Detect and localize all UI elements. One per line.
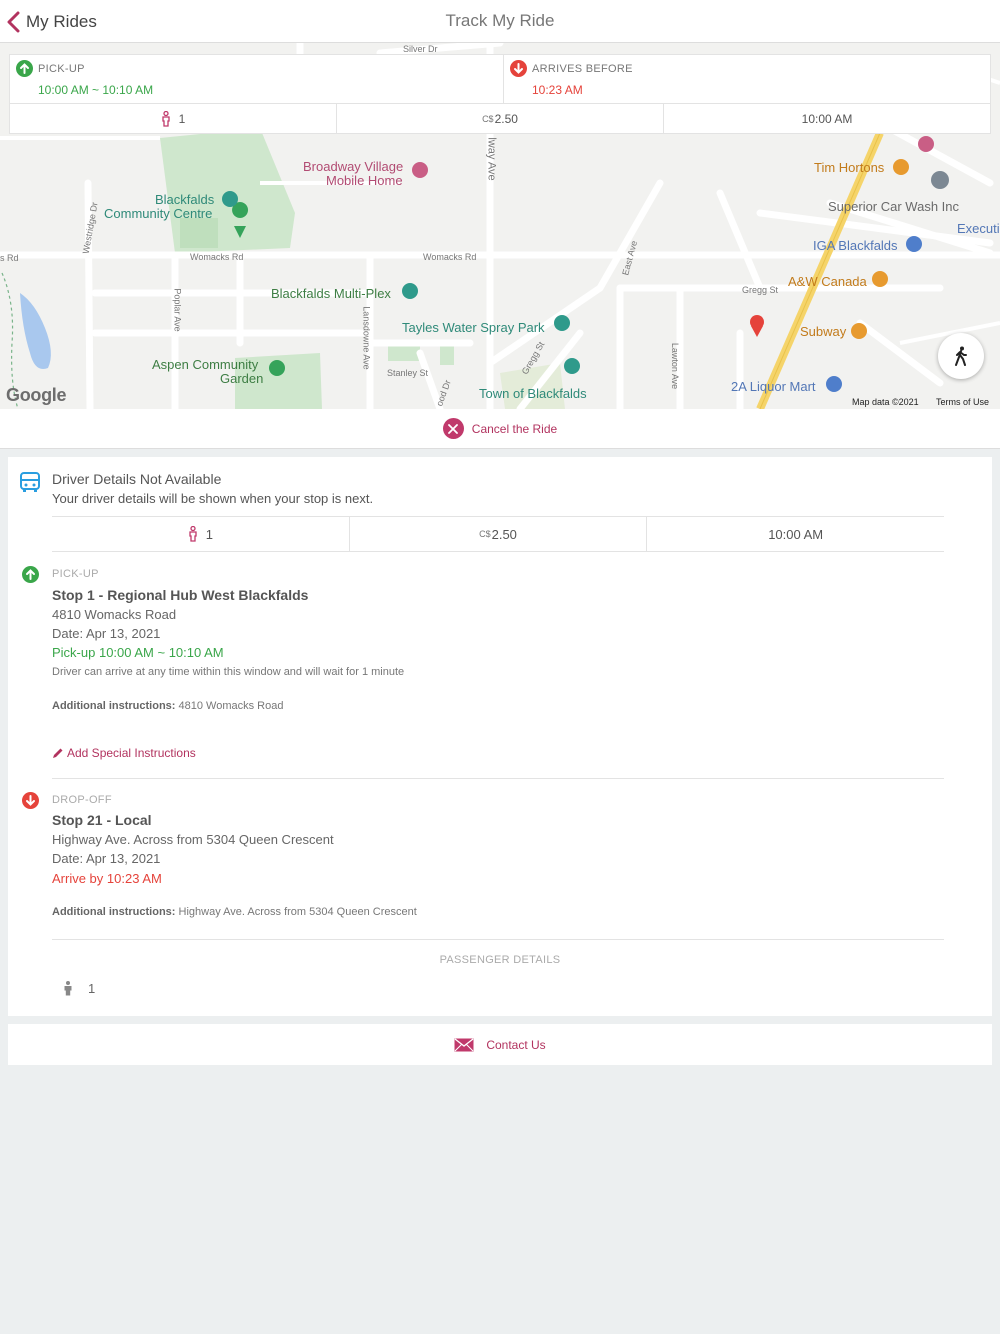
arrow-down-icon bbox=[22, 792, 39, 809]
summary-stats: 1 C$ 2.50 10:00 AM bbox=[10, 103, 990, 134]
pickup-wait-note: Driver can arrive at any time within thi… bbox=[52, 666, 405, 678]
arrow-down-icon bbox=[510, 60, 527, 77]
map-label: Superior Car Wash Inc bbox=[828, 199, 960, 214]
pickup-window: Pick-up 10:00 AM ~ 10:10 AM bbox=[52, 645, 224, 660]
map-label: Tim Hortons bbox=[814, 160, 885, 175]
ride-time: 10:00 AM bbox=[664, 104, 990, 134]
dropoff-label: DROP-OFF bbox=[52, 794, 112, 806]
contact-us-label: Contact Us bbox=[486, 1037, 546, 1052]
pickup-label: PICK-UP bbox=[52, 568, 99, 580]
terms-of-use-link[interactable]: Terms of Use bbox=[936, 397, 989, 407]
pencil-icon bbox=[53, 748, 63, 758]
map-label: Subway bbox=[800, 324, 847, 339]
passenger-icon bbox=[162, 111, 170, 127]
fare-value: 2.50 bbox=[494, 112, 518, 126]
map-label: Womacks Rd bbox=[190, 252, 244, 262]
passenger-count-value: 1 bbox=[178, 112, 186, 126]
driver-title: Driver Details Not Available bbox=[52, 471, 222, 487]
map-label: Blackfalds bbox=[155, 192, 215, 207]
top-bar: My Rides Track My Ride bbox=[0, 0, 1000, 43]
passenger-icon bbox=[189, 526, 197, 542]
fare-value: 2.50 bbox=[491, 526, 517, 542]
map-label: Lawton Ave bbox=[670, 342, 681, 390]
cancel-ride-label: Cancel the Ride bbox=[471, 421, 558, 436]
map-label: Blackfalds Multi-Plex bbox=[271, 286, 391, 301]
passenger-count: 1 bbox=[52, 517, 350, 551]
bus-icon bbox=[20, 472, 40, 492]
envelope-icon bbox=[454, 1037, 474, 1051]
fare: C$ 2.50 bbox=[350, 517, 648, 551]
dropoff-address: Highway Ave. Across from 5304 Queen Cres… bbox=[52, 832, 334, 847]
divider bbox=[52, 778, 944, 779]
instructions-label: Additional instructions: bbox=[52, 906, 176, 918]
ride-summary-card: PICK-UP 10:00 AM ~ 10:10 AM ARRIVES BEFO… bbox=[9, 54, 991, 134]
map-label: Poplar Ave bbox=[172, 288, 183, 332]
pickup-stop-name: Stop 1 - Regional Hub West Blackfalds bbox=[52, 587, 309, 603]
arrives-before-label: ARRIVES BEFORE bbox=[532, 63, 633, 75]
ride-time-value: 10:00 AM bbox=[768, 526, 824, 542]
walking-person-icon bbox=[955, 346, 967, 366]
map-label: Garden bbox=[220, 371, 264, 386]
map-label: s Rd bbox=[0, 253, 19, 263]
divider bbox=[52, 939, 944, 940]
ride-details-card: Driver Details Not Available Your driver… bbox=[8, 457, 992, 1016]
dropoff-arrive-by: Arrive by 10:23 AM bbox=[52, 871, 162, 886]
map-label: Broadway Village bbox=[303, 159, 404, 174]
map-label: 2A Liquor Mart bbox=[731, 379, 816, 394]
map-label: Stanley St bbox=[387, 368, 429, 378]
map-data-attribution: Map data ©2021 bbox=[852, 397, 919, 407]
map-label: IGA Blackfalds bbox=[813, 238, 898, 253]
currency-code: C$ bbox=[479, 529, 491, 539]
pickup-instructions: Additional instructions: 4810 Womacks Ro… bbox=[52, 700, 283, 712]
pickup-window: 10:00 AM ~ 10:10 AM bbox=[38, 83, 154, 97]
pickup-label: PICK-UP bbox=[38, 63, 85, 75]
arrow-up-icon bbox=[22, 566, 39, 583]
map-label: Aspen Community bbox=[152, 357, 259, 372]
pickup-date: Date: Apr 13, 2021 bbox=[52, 626, 161, 641]
map-label: Mobile Home bbox=[326, 173, 403, 188]
passenger-count-value: 1 bbox=[205, 526, 213, 542]
page-title: Track My Ride bbox=[445, 11, 555, 30]
cancel-ride-button[interactable]: Cancel the Ride bbox=[0, 409, 1000, 449]
map-label: Lansdowne Ave bbox=[361, 306, 372, 370]
map-label: Tayles Water Spray Park bbox=[402, 320, 545, 335]
pickup-address: 4810 Womacks Road bbox=[52, 607, 177, 622]
dropoff-stop-name: Stop 21 - Local bbox=[52, 812, 152, 828]
pickup-summary: PICK-UP 10:00 AM ~ 10:10 AM bbox=[10, 55, 504, 103]
ride-time-value: 10:00 AM bbox=[801, 112, 853, 126]
contact-us-button[interactable]: Contact Us bbox=[8, 1024, 992, 1065]
currency-code: C$ bbox=[482, 114, 494, 124]
map-label: Town of Blackfalds bbox=[479, 386, 587, 401]
map-label: Community Centre bbox=[104, 206, 213, 221]
ride-stats: 1 C$ 2.50 10:00 AM bbox=[52, 516, 944, 552]
passenger-details-row: 1 bbox=[63, 981, 95, 996]
ride-time: 10:00 AM bbox=[647, 517, 944, 551]
google-logo: Google bbox=[6, 385, 67, 405]
instructions-value: Highway Ave. Across from 5304 Queen Cres… bbox=[178, 906, 417, 918]
add-special-instructions-label: Add Special Instructions bbox=[67, 746, 196, 760]
add-special-instructions-link[interactable]: Add Special Instructions bbox=[52, 746, 196, 760]
fare: C$ 2.50 bbox=[337, 104, 664, 134]
driver-subtitle: Your driver details will be shown when y… bbox=[52, 491, 374, 506]
map-label: Silver Dr bbox=[403, 44, 438, 54]
passenger-details-label: PASSENGER DETAILS bbox=[439, 954, 561, 966]
instructions-value: 4810 Womacks Road bbox=[178, 700, 284, 712]
map-label: Gregg St bbox=[742, 285, 779, 295]
person-icon bbox=[64, 981, 72, 996]
map-label: Womacks Rd bbox=[423, 252, 477, 262]
dropoff-date: Date: Apr 13, 2021 bbox=[52, 851, 161, 866]
close-icon bbox=[442, 418, 464, 439]
arrow-up-icon bbox=[16, 60, 33, 77]
passenger-count: 1 bbox=[10, 104, 337, 134]
instructions-label: Additional instructions: bbox=[52, 700, 176, 712]
map-label: A&W Canada bbox=[788, 274, 867, 289]
map-label: lway Ave bbox=[485, 137, 498, 181]
map-label: Executi bbox=[957, 221, 1000, 236]
walking-mode-button[interactable] bbox=[938, 333, 984, 379]
dropoff-instructions: Additional instructions: Highway Ave. Ac… bbox=[52, 906, 417, 918]
arrival-summary: ARRIVES BEFORE 10:23 AM bbox=[504, 55, 990, 103]
passenger-details-count: 1 bbox=[88, 981, 96, 996]
arrives-before-time: 10:23 AM bbox=[532, 83, 583, 97]
